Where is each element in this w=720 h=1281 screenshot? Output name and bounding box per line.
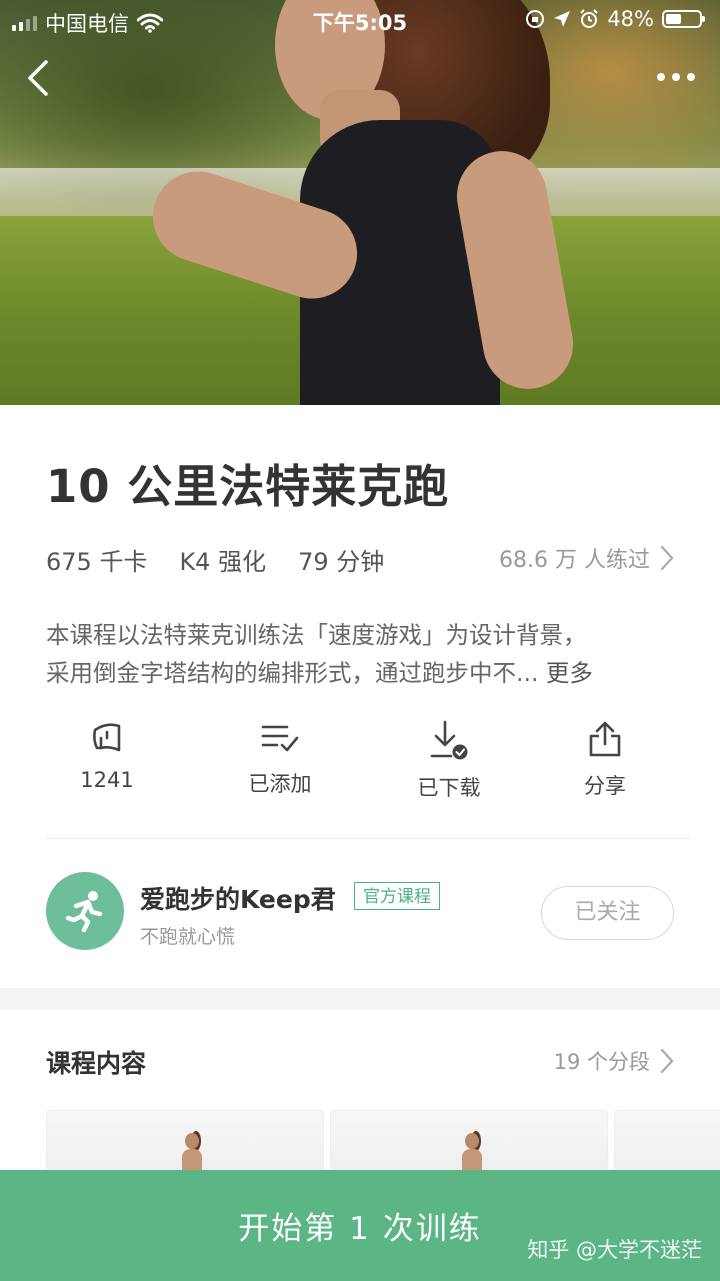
runner-icon [65,891,103,933]
divider [46,838,690,839]
share-button[interactable]: 分享 [535,720,675,800]
trainees-link[interactable]: 68.6 万 人练过 [499,542,674,574]
description-line: 采用倒金字塔结构的编排形式，通过跑步中不... [46,659,539,687]
alarm-icon [580,9,599,28]
avatar[interactable] [46,872,124,950]
battery-percent: 48% [607,7,654,31]
location-icon [554,11,571,27]
added-label: 已添加 [248,772,312,796]
course-description: 本课程以法特莱克训练法「速度游戏」为设计背景， 采用倒金字塔结构的编排形式，通过… [46,616,678,692]
description-line: 本课程以法特莱克训练法「速度游戏」为设计背景， [46,621,587,649]
download-button[interactable]: 已下载 [379,720,519,802]
status-bar: 中国电信 下午5:05 48% [0,0,720,40]
action-bar: 1241 已添加 已下载 分享 [0,720,720,810]
segments-link[interactable]: 19 个分段 [554,1046,674,1076]
segments-count: 19 个分段 [553,1050,650,1074]
list-check-icon [261,725,299,752]
duration: 79 分钟 [298,548,385,576]
hand-wave-icon [93,723,121,752]
chevron-right-icon [660,545,674,571]
follow-button[interactable]: 已关注 [541,886,674,940]
chevron-right-icon [660,1048,674,1074]
author-row[interactable]: 爱跑步的Keep君 官方课程 不跑就心慌 已关注 [0,872,720,954]
start-training-button[interactable]: 开始第 1 次训练 知乎 @大学不迷茫 [0,1170,720,1281]
watermark: 知乎 @大学不迷茫 [527,1238,702,1262]
course-meta: 675 千卡 K4 强化 79 分钟 [46,542,384,577]
chevron-left-icon[interactable] [22,58,58,98]
share-label: 分享 [584,774,626,798]
official-course-tag: 官方课程 [354,882,440,910]
section-separator [0,988,720,1010]
download-done-icon [430,720,468,760]
calories: 675 千卡 [46,548,148,576]
author-subtitle: 不跑就心慌 [140,926,236,948]
level: K4 强化 [179,548,267,576]
likes-button[interactable]: 1241 [37,720,177,792]
downloaded-label: 已下载 [417,776,481,800]
author-name: 爱跑步的Keep君 [140,885,336,914]
course-title: 10 公里法特莱克跑 [46,460,450,513]
battery-icon [662,10,705,28]
trainees-count: 68.6 万 人练过 [499,548,650,573]
added-button[interactable]: 已添加 [210,720,350,798]
likes-count: 1241 [80,768,134,792]
more-dots-icon[interactable] [654,62,698,92]
section-title: 课程内容 [46,1049,147,1078]
share-icon [589,721,621,757]
rotation-lock-icon [526,10,545,28]
course-cover-image [0,0,720,405]
more-link[interactable]: 更多 [546,659,593,687]
